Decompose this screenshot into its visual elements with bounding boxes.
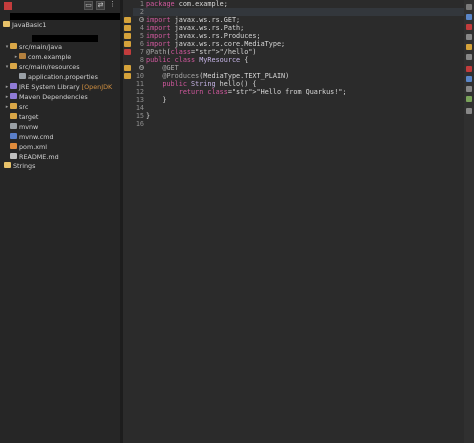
line-number: 10 [135, 72, 144, 80]
tree-item-label: src/main/resources [19, 63, 80, 71]
library-icon [10, 83, 17, 89]
code-line[interactable]: } [146, 112, 150, 120]
xml-file-icon [10, 143, 17, 149]
line-number: 1 [139, 0, 144, 8]
tree-item-pom-xml[interactable]: pom.xml [10, 142, 47, 152]
problems-icon[interactable] [466, 24, 472, 30]
code-line[interactable]: return class="str">"Hello from Quarkus!"… [146, 88, 347, 96]
java-editor[interactable]: 1 2 3 4 5 6 7 8 9 10 11 12 13 14 15 16 p… [123, 0, 464, 443]
library-icon [10, 93, 17, 99]
properties-file-icon [19, 73, 26, 79]
line-number: 13 [135, 96, 144, 104]
tree-item-src[interactable]: ▸ src [4, 102, 28, 112]
package-icon [19, 53, 26, 59]
tree-item-label: com.example [28, 53, 72, 61]
minimize-icon[interactable] [466, 4, 472, 10]
line-number: 6 [139, 40, 144, 48]
code-line[interactable]: @GET [146, 64, 178, 72]
project-icon [3, 21, 10, 27]
code-line[interactable]: @Produces(MediaType.TEXT_PLAIN) [146, 72, 289, 80]
line-number: 3 [139, 16, 144, 24]
line-number: 15 [135, 112, 144, 120]
tree-item-label: application.properties [28, 73, 98, 81]
redacted-bar [10, 13, 120, 20]
collapse-all-button[interactable]: ▭ [84, 1, 93, 10]
terminal-icon[interactable] [466, 108, 472, 114]
tree-item-label: mvnw [19, 123, 39, 131]
line-number: 8 [139, 56, 144, 64]
tasks-icon[interactable] [466, 34, 472, 40]
tree-item-label: mvnw.cmd [19, 133, 54, 141]
code-line[interactable]: import javax.ws.rs.Produces; [146, 32, 261, 40]
error-icon [4, 2, 12, 10]
line-number: 12 [135, 88, 144, 96]
tree-item-label: JRE System Library [19, 83, 80, 91]
line-number: 5 [139, 32, 144, 40]
package-explorer: ▭ ⇄ ⋮ JavaBasic1 ▾ src/main/java ▸ com.exa… [0, 0, 120, 443]
tree-item-src-main-resources[interactable]: ▾ src/main/resources [4, 62, 80, 72]
console-icon[interactable] [466, 44, 472, 50]
code-line[interactable]: import javax.ws.rs.Path; [146, 24, 244, 32]
tree-item-mvnw[interactable]: mvnw [10, 122, 38, 132]
right-toolbar [464, 0, 474, 443]
code-line[interactable]: @Path(class="str">"/hello") [146, 48, 257, 56]
link-editor-button[interactable]: ⇄ [96, 1, 105, 10]
cmd-file-icon [10, 133, 17, 139]
line-number: 7 [139, 48, 144, 56]
code-line[interactable]: package com.example; [146, 0, 228, 8]
project-icon [4, 162, 11, 168]
folder-icon [10, 63, 17, 69]
folder-icon [10, 113, 17, 119]
line-number: 11 [135, 80, 144, 88]
line-number: 9 [139, 64, 144, 72]
code-line[interactable]: public class MyResource { [146, 56, 248, 64]
code-line[interactable]: } [146, 96, 166, 104]
declaration-icon[interactable] [466, 86, 472, 92]
line-number: 4 [139, 24, 144, 32]
error-log-icon[interactable] [466, 66, 472, 72]
code-line[interactable]: import javax.ws.rs.core.MediaType; [146, 40, 285, 48]
line-number: 2 [139, 8, 144, 16]
project-strings[interactable]: Strings [4, 161, 35, 171]
tree-item-label: target [19, 113, 39, 121]
tree-item-mvnw-cmd[interactable]: mvnw.cmd [10, 132, 54, 142]
tree-item-label: Maven Dependencies [19, 93, 88, 101]
servers-icon[interactable] [466, 96, 472, 102]
tree-item-jre-system-library[interactable]: ▸ JRE System Library [OpenJDK [4, 82, 112, 92]
tree-item-label: src [19, 103, 29, 111]
tree-item-label: pom.xml [19, 143, 48, 151]
code-line[interactable]: public String hello() { [146, 80, 256, 88]
code-line[interactable]: import javax.ws.rs.GET; [146, 16, 240, 24]
search-icon[interactable] [466, 54, 472, 60]
javadoc-icon[interactable] [466, 76, 472, 82]
tree-item-com-example[interactable]: ▸ com.example [13, 52, 71, 62]
file-icon [10, 123, 17, 129]
tree-item-target[interactable]: target [10, 112, 38, 122]
folder-icon [10, 103, 17, 109]
tree-item-label: README.md [19, 153, 59, 161]
tree-item-maven-dependencies[interactable]: ▸ Maven Dependencies [4, 92, 88, 102]
outline-icon[interactable] [466, 14, 472, 20]
tree-item-application-properties[interactable]: application.properties [19, 72, 98, 82]
tree-item-src-main-java[interactable]: ▾ src/main/java [4, 42, 62, 52]
redacted-bar [32, 35, 98, 42]
explorer-toolbar: ▭ ⇄ ⋮ [0, 0, 120, 12]
view-menu-button[interactable]: ⋮ [108, 1, 117, 10]
line-number: 14 [135, 104, 144, 112]
project-javabasic1[interactable]: JavaBasic1 [3, 20, 46, 30]
project-label: Strings [13, 162, 36, 170]
tree-item-label: src/main/java [19, 43, 62, 51]
folder-icon [10, 43, 17, 49]
line-number: 16 [135, 120, 144, 128]
text-file-icon [10, 153, 17, 159]
jre-qualifier: [OpenJDK [81, 83, 113, 91]
current-line-highlight [133, 8, 464, 16]
project-label: JavaBasic1 [12, 21, 47, 29]
